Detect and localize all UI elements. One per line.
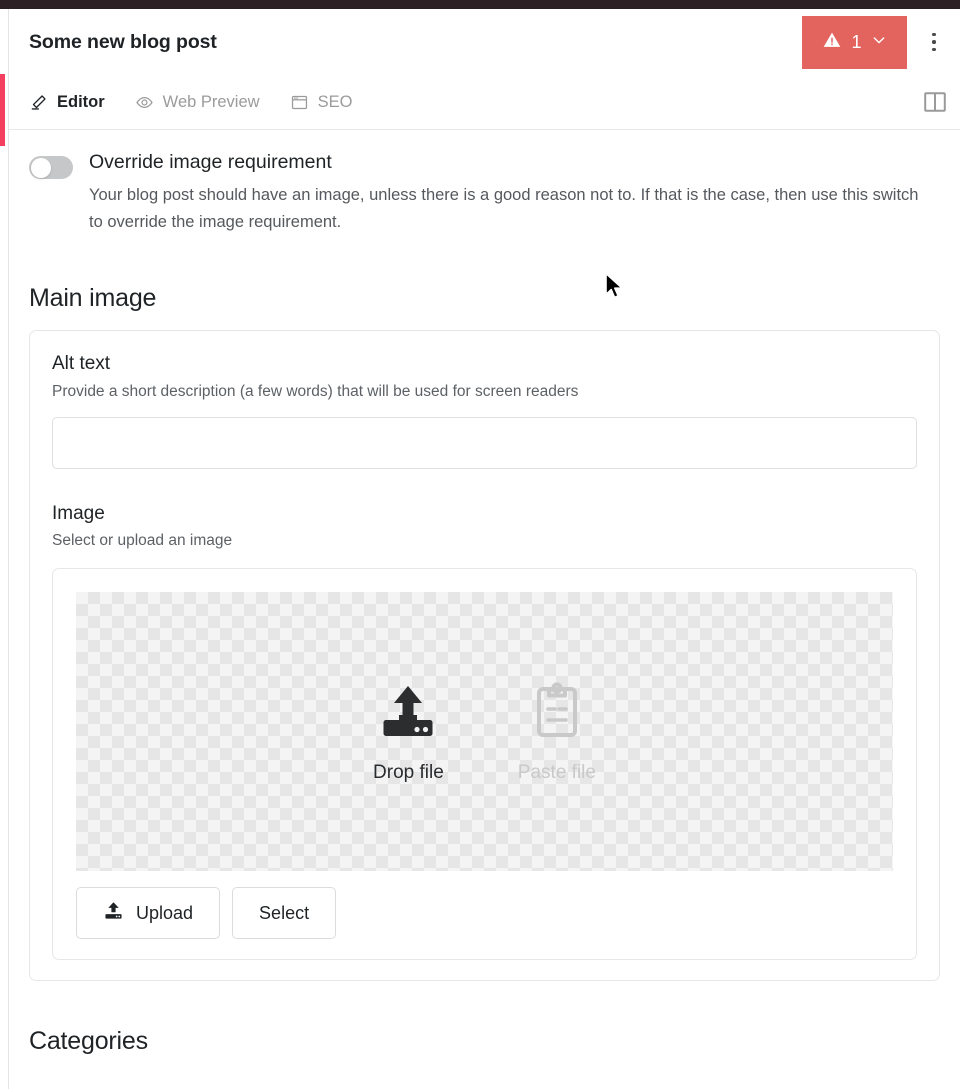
tab-web-preview-label: Web Preview [162, 92, 260, 111]
select-button[interactable]: Select [232, 887, 337, 940]
override-switch-description: Your blog post should have an image, unl… [89, 186, 919, 232]
pencil-icon [29, 93, 48, 112]
left-rail [0, 9, 8, 1089]
tab-seo-label: SEO [317, 92, 353, 111]
upload-icon [103, 900, 124, 926]
paste-file-label: Paste file [517, 762, 596, 784]
image-subsection: Image Select or upload an image Drop fil… [52, 503, 917, 961]
alt-text-input[interactable] [52, 416, 917, 469]
split-panel-icon[interactable] [920, 88, 950, 116]
chevron-down-icon [871, 32, 887, 53]
eye-icon [135, 93, 154, 112]
upload-drive-icon [376, 679, 440, 748]
tab-web-preview[interactable]: Web Preview [135, 75, 274, 129]
select-button-label: Select [259, 902, 310, 923]
warning-triangle-icon [822, 30, 842, 55]
upload-button-label: Upload [136, 902, 194, 923]
validation-count: 1 [851, 32, 862, 52]
tab-seo[interactable]: SEO [290, 75, 367, 129]
window-top-strip [0, 0, 960, 9]
kebab-menu-icon[interactable] [917, 22, 951, 62]
override-switch-title: Override image requirement [89, 151, 332, 173]
override-switch-texts: Override image requirement Your blog pos… [89, 151, 934, 236]
override-image-requirement-row: Override image requirement Your blog pos… [29, 130, 940, 236]
image-description: Select or upload an image [52, 532, 233, 550]
upload-button[interactable]: Upload [76, 887, 221, 940]
validation-status-badge[interactable]: 1 [802, 15, 907, 69]
editor-content: Override image requirement Your blog pos… [9, 130, 960, 1056]
categories-heading: Categories [29, 1027, 148, 1056]
tab-editor[interactable]: Editor [29, 75, 119, 129]
clipboard-icon [525, 679, 589, 748]
drop-file-label: Drop file [373, 762, 444, 784]
document-header: Some new blog post 1 [9, 9, 960, 75]
tab-editor-label: Editor [57, 92, 105, 111]
active-document-accent-bar [0, 74, 5, 146]
alt-text-description: Provide a short description (a few words… [52, 382, 579, 400]
drop-file-action[interactable]: Drop file [373, 679, 444, 784]
switch-knob [31, 157, 51, 178]
document-pane: Some new blog post 1 Editor Web Preview … [9, 9, 960, 1089]
header-actions: 1 [802, 15, 951, 69]
browser-window-icon [290, 93, 309, 112]
main-image-card: Alt text Provide a short description (a … [29, 329, 940, 982]
alt-text-label: Alt text [52, 352, 111, 374]
file-dropzone[interactable]: Drop file Paste file [76, 592, 893, 872]
page-title: Some new blog post [29, 30, 217, 53]
main-image-heading: Main image [29, 283, 157, 312]
paste-file-action[interactable]: Paste file [518, 679, 596, 784]
document-tabbar: Editor Web Preview SEO [9, 75, 960, 130]
override-image-requirement-switch[interactable] [29, 156, 73, 179]
image-uploader: Drop file Paste file Upload Select [52, 568, 917, 961]
image-label: Image [52, 502, 105, 524]
uploader-buttons: Upload Select [76, 887, 893, 940]
